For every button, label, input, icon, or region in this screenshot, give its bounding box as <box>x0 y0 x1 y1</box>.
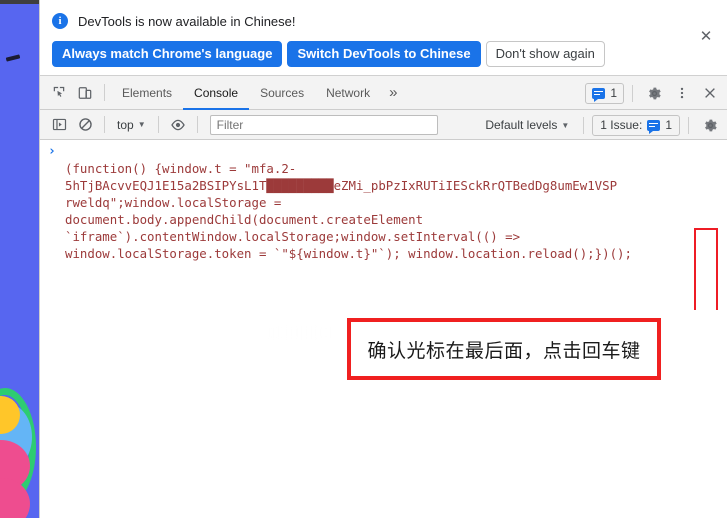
toolbar-divider <box>104 84 105 101</box>
tab-console[interactable]: Console <box>183 76 249 110</box>
issues-status-button[interactable]: 1 Issue: 1 <box>592 114 680 136</box>
infobar-message-row: i DevTools is now available in Chinese! <box>52 9 715 33</box>
toolbar-divider <box>632 84 633 102</box>
chevron-down-icon: ▼ <box>137 120 146 129</box>
instruction-annotation-box: 确认光标在最后面，点击回车键 <box>347 318 661 380</box>
clear-console-icon[interactable] <box>72 112 98 138</box>
toolbar-divider <box>196 116 198 133</box>
underlying-page-background <box>0 0 39 518</box>
execution-context-select[interactable]: top ▼ <box>111 114 152 136</box>
code-segment: 5hTjBAcvvEQJ1E15a2BSIPYsL1T <box>65 178 267 193</box>
always-match-chrome-language-button[interactable]: Always match Chrome's language <box>52 41 283 67</box>
filter-input[interactable] <box>209 114 438 135</box>
tab-elements[interactable]: Elements <box>111 76 183 110</box>
close-devtools-icon[interactable] <box>697 80 723 106</box>
switch-devtools-to-chinese-button[interactable]: Switch DevTools to Chinese <box>287 41 481 67</box>
toolbar-divider <box>157 116 159 133</box>
devtools-tabstrip: Elements Console Sources Network » 1 <box>40 76 727 110</box>
infobar-button-row: Always match Chrome's language Switch De… <box>52 40 715 68</box>
close-icon[interactable]: ✕ <box>697 28 715 46</box>
issue-count: 1 <box>665 118 672 132</box>
toolbar-divider <box>583 116 585 134</box>
infobar-message: DevTools is now available in Chinese! <box>78 13 296 29</box>
log-levels-select[interactable]: Default levels ▼ <box>479 118 575 132</box>
message-bubble-icon <box>647 119 661 134</box>
device-toolbar-icon[interactable] <box>72 80 98 106</box>
console-filter-toolbar: top ▼ Default levels ▼ 1 Issue: <box>40 110 727 140</box>
inspect-element-icon[interactable] <box>46 80 72 106</box>
screenshot-root: i DevTools is now available in Chinese! … <box>0 0 727 518</box>
code-segment-redacted: █████████ <box>266 178 334 193</box>
chevron-down-icon: ▼ <box>561 120 570 130</box>
devtools-language-infobar: i DevTools is now available in Chinese! … <box>40 0 727 76</box>
kebab-menu-icon[interactable] <box>669 80 695 106</box>
issues-count: 1 <box>610 86 617 100</box>
tabstrip-actions: 1 <box>585 76 723 110</box>
log-levels-label: Default levels <box>485 118 558 132</box>
info-icon: i <box>52 13 68 29</box>
toolbar-divider <box>688 116 689 134</box>
code-segment: eZMi_pb <box>333 178 386 193</box>
code-segment: (function() { <box>65 161 162 176</box>
more-tabs-chevron-icon[interactable]: » <box>381 84 405 101</box>
message-bubble-icon <box>592 87 606 102</box>
page-decoration-mark <box>5 54 21 62</box>
instruction-annotation-text: 确认光标在最后面，点击回车键 <box>367 339 641 362</box>
code-segment: document.body.appendChild(document.creat… <box>65 212 424 227</box>
console-body[interactable]: › (function() {window.t = "mfa.2- 5hTjBAc… <box>40 140 727 508</box>
issue-label: 1 Issue: <box>600 118 643 132</box>
console-sidebar-icon[interactable] <box>46 112 72 138</box>
console-settings-gear-icon[interactable] <box>697 112 723 138</box>
console-prompt-arrow-icon: › <box>48 144 56 159</box>
console-input-code[interactable]: (function() {window.t = "mfa.2- 5hTjBAcvv… <box>65 160 717 262</box>
browser-chrome-strip <box>0 0 39 4</box>
live-expression-eye-icon[interactable] <box>165 112 191 138</box>
toolbar-divider <box>104 116 105 133</box>
tab-network[interactable]: Network <box>315 76 381 110</box>
code-segment: window.localStorage.token = `"${window.t… <box>65 246 632 261</box>
code-segment: rweldq";window.localStorage = <box>65 195 282 210</box>
code-segment: window.t = <box>161 161 245 176</box>
execution-context-label: top <box>117 117 134 132</box>
cursor-highlight-box <box>694 228 718 310</box>
issues-counter-button[interactable]: 1 <box>585 82 624 104</box>
code-segment: `iframe`).contentWindow.localStorage;win… <box>65 229 521 244</box>
dont-show-again-button[interactable]: Don't show again <box>485 41 605 67</box>
gear-icon[interactable] <box>641 80 667 106</box>
code-segment: "mfa.2- <box>244 161 297 176</box>
tab-sources[interactable]: Sources <box>249 76 315 110</box>
code-segment: PzIxRUTiIESckRrQTBedDg8umEw1VSP <box>385 178 618 193</box>
filter-toolbar-actions: Default levels ▼ 1 Issue: 1 <box>479 110 723 140</box>
devtools-window: i DevTools is now available in Chinese! … <box>39 0 727 518</box>
